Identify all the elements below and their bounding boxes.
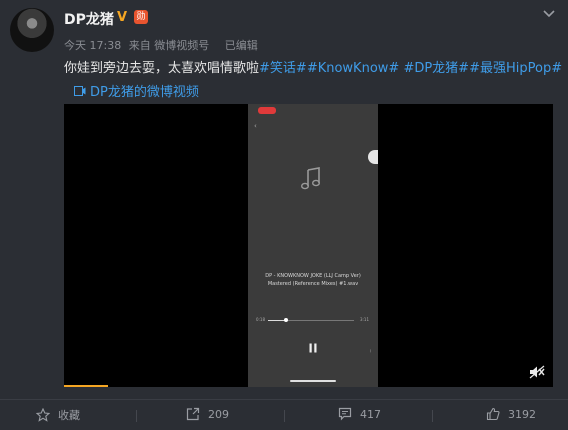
side-tab [368, 150, 378, 164]
repost-count: 209 [208, 407, 229, 421]
repost-icon [186, 407, 200, 421]
song-line-1: DP - KNOWKNOW JOKE (LLJ Camp Ver) [265, 273, 361, 279]
comment-count: 417 [360, 407, 381, 421]
post-source: 来自 微博视频号 [128, 39, 210, 52]
pause-icon [309, 343, 317, 353]
avatar[interactable] [10, 8, 54, 52]
username[interactable]: DP龙猪 [64, 9, 114, 29]
edited-label: 已编辑 [224, 39, 258, 52]
comment-icon [338, 407, 352, 421]
star-icon [36, 408, 50, 422]
record-indicator [258, 107, 276, 114]
video-progress-bar[interactable] [64, 385, 108, 387]
video-link[interactable]: DP龙猪的微博视频 [74, 81, 199, 100]
song-line-2: Mastered (Reference Mixes) #1.wav [267, 281, 359, 287]
verified-badge: V [117, 10, 128, 25]
separator [432, 410, 433, 422]
video-icon [74, 85, 86, 96]
song-title: DP - KNOWKNOW JOKE (LLJ Camp Ver) Master… [252, 272, 374, 288]
back-icon: ‹ [254, 122, 257, 130]
comment-button[interactable]: 417 [338, 407, 381, 421]
chevron-down-icon[interactable] [542, 6, 556, 20]
post-time[interactable]: 今天 17:38 [64, 39, 121, 52]
hashtag-dp[interactable]: #DP龙猪# [399, 61, 469, 76]
elapsed-time: 0:18 [256, 317, 265, 322]
video-player[interactable]: ‹ DP - KNOWKNOW JOKE (LLJ Camp Ver) Mast… [64, 104, 553, 387]
home-indicator [290, 380, 336, 382]
music-note-icon [301, 167, 320, 190]
song-progress-knob [284, 318, 288, 322]
repost-button[interactable]: 209 [186, 407, 229, 421]
action-bar: 收藏 209 417 3192 [0, 400, 568, 430]
weibo-post: DP龙猪 V 勋 今天 17:38 来自 微博视频号 已编辑 你娃到旁边去耍，太… [0, 0, 568, 430]
phone-status [326, 112, 354, 122]
separator [284, 410, 285, 422]
separator [136, 410, 137, 422]
video-frame-phone-screen: ‹ DP - KNOWKNOW JOKE (LLJ Camp Ver) Mast… [248, 104, 378, 387]
total-time: 3:11 [360, 317, 369, 322]
hashtag-hippop[interactable]: #最强HipPop# [469, 61, 562, 76]
medal-badge: 勋 [134, 10, 148, 24]
song-progress-track [268, 318, 354, 322]
mute-icon[interactable] [529, 365, 545, 379]
favorite-button[interactable]: 收藏 [36, 407, 80, 423]
video-link-label: DP龙猪的微博视频 [90, 85, 199, 100]
like-count: 3192 [508, 407, 536, 421]
post-meta: 今天 17:38 来自 微博视频号 已编辑 [64, 37, 262, 53]
favorite-label: 收藏 [58, 409, 80, 422]
like-button[interactable]: 3192 [486, 407, 536, 421]
hashtag-joke[interactable]: #笑话# [259, 61, 307, 76]
hashtag-knowknow[interactable]: #KnowKnow# [307, 61, 400, 76]
post-body: 你娃到旁边去耍，太喜欢唱情歌啦 [64, 61, 260, 76]
phone-small-icon: ╷ [368, 347, 372, 353]
thumbs-up-icon [486, 407, 500, 421]
post-text: 你娃到旁边去耍，太喜欢唱情歌啦#笑话##KnowKnow# #DP龙猪##最强H… [64, 57, 562, 76]
